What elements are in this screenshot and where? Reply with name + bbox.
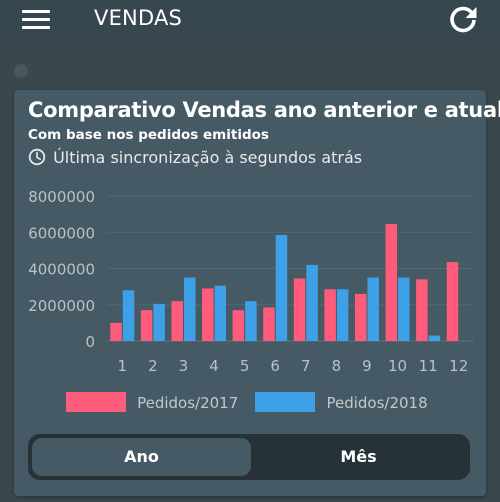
bar-2018	[245, 301, 257, 341]
clock-icon	[28, 148, 46, 166]
bar-2017	[171, 301, 183, 341]
bar-2017	[385, 224, 398, 341]
x-tick-label: 9	[362, 357, 372, 375]
toggle-year-button[interactable]: Ano	[32, 438, 251, 476]
legend-item-2018[interactable]: Pedidos/2018	[255, 392, 428, 412]
bar-2018	[367, 277, 379, 341]
hamburger-menu-icon[interactable]	[22, 8, 50, 32]
bar-2018	[183, 277, 196, 341]
background-status-row	[14, 64, 484, 84]
app-bar: VENDAS	[0, 0, 500, 40]
x-tick-label: 6	[270, 357, 280, 375]
bar-2018	[122, 290, 135, 341]
bar-2018	[214, 285, 227, 341]
bar-2018	[306, 264, 318, 341]
x-tick-label: 5	[240, 357, 250, 375]
status-dot-icon	[14, 64, 28, 78]
y-tick-label: 0	[85, 333, 95, 351]
sync-text: Última sincronização à segundos atrás	[53, 148, 363, 167]
sales-comparison-card: Comparativo Vendas ano anterior e atual …	[14, 90, 500, 496]
period-toggle: Ano Mês	[28, 434, 470, 480]
y-tick-label: 4000000	[28, 261, 95, 279]
x-tick-label: 11	[419, 357, 438, 375]
chart-legend: Pedidos/2017 Pedidos/2018	[66, 392, 440, 416]
x-tick-label: 7	[301, 357, 311, 375]
bar-2017	[416, 279, 428, 341]
x-tick-label: 8	[332, 357, 342, 375]
legend-label-2017: Pedidos/2017	[137, 394, 239, 412]
y-tick-label: 8000000	[28, 188, 95, 206]
x-tick-label: 12	[449, 357, 468, 375]
legend-swatch-2017	[66, 392, 126, 412]
toggle-month-button[interactable]: Mês	[249, 438, 468, 476]
y-tick-label: 6000000	[28, 224, 95, 242]
refresh-icon[interactable]	[446, 3, 480, 37]
bar-2017	[293, 278, 306, 341]
bar-2017	[354, 293, 367, 341]
sync-status: Última sincronização à segundos atrás	[28, 148, 362, 170]
bar-2017	[263, 307, 275, 341]
bar-2017	[446, 262, 459, 341]
x-tick-label: 1	[118, 357, 128, 375]
card-title: Comparativo Vendas ano anterior e atual	[28, 98, 500, 122]
bar-2017	[110, 322, 122, 341]
bar-2018	[336, 289, 349, 341]
x-tick-label: 3	[179, 357, 189, 375]
bar-2018	[275, 234, 288, 341]
card-subtitle: Com base nos pedidos emitidos	[28, 127, 269, 143]
x-tick-label: 10	[388, 357, 407, 375]
bar-2017	[140, 310, 153, 341]
bar-2018	[153, 303, 165, 341]
bar-2018	[428, 335, 441, 341]
legend-item-2017[interactable]: Pedidos/2017	[66, 392, 238, 412]
x-tick-label: 4	[209, 357, 219, 375]
x-tick-label: 2	[148, 357, 158, 375]
y-tick-label: 2000000	[28, 297, 95, 315]
bar-2017	[232, 310, 245, 341]
bar-2017	[202, 288, 214, 341]
bar-2018	[398, 277, 410, 341]
app-title: VENDAS	[94, 6, 183, 30]
bar-2017	[324, 289, 336, 341]
legend-swatch-2018	[255, 392, 316, 412]
legend-label-2018: Pedidos/2018	[326, 394, 428, 412]
